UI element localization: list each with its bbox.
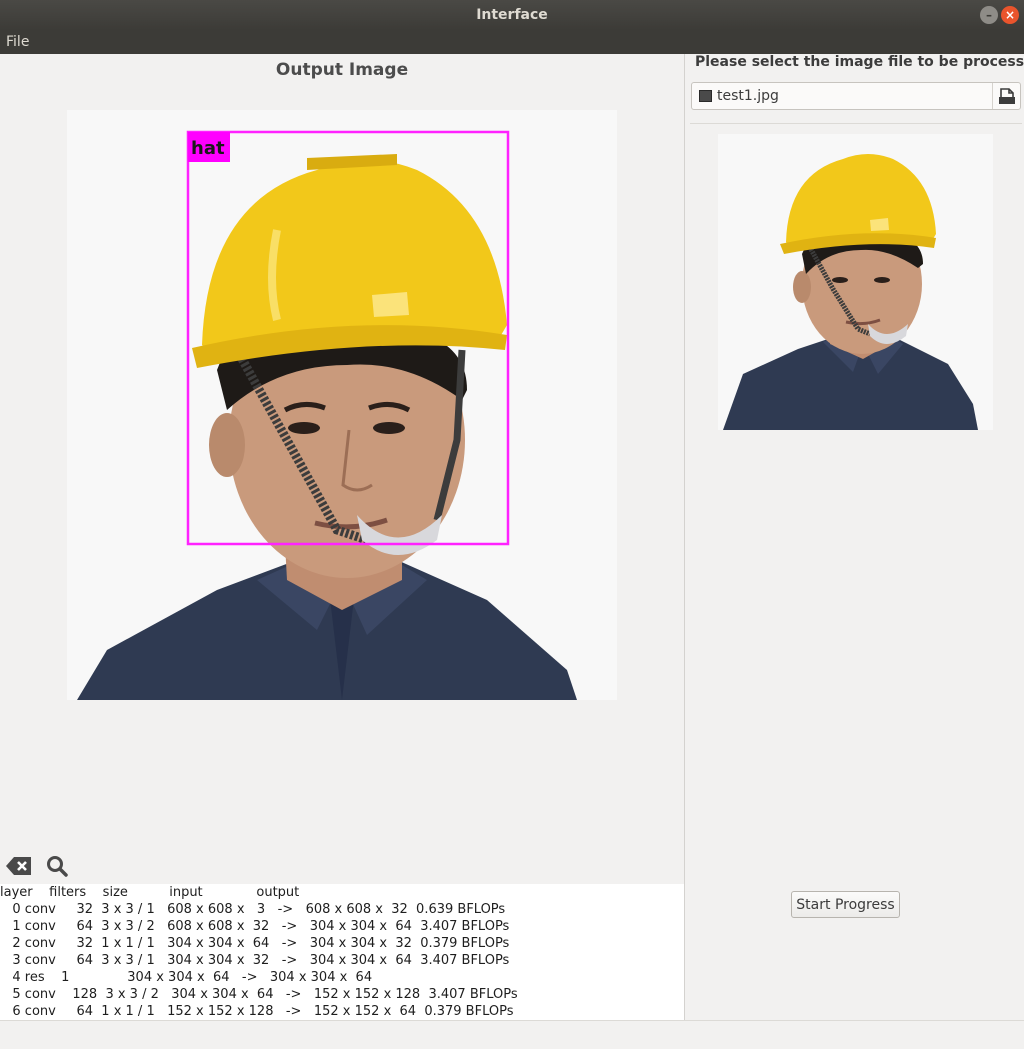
minimize-icon[interactable]: – xyxy=(980,6,998,24)
log-line: 4 res 1 304 x 304 x 64 -> 304 x 304 x 64 xyxy=(0,970,373,985)
output-title: Output Image xyxy=(275,60,409,80)
log-line: 2 conv 32 1 x 1 / 1 304 x 304 x 64 -> 30… xyxy=(0,936,510,951)
open-file-button[interactable] xyxy=(992,83,1020,109)
clear-backspace-icon[interactable] xyxy=(6,856,32,876)
image-file-icon xyxy=(699,90,712,102)
select-file-prompt: Please select the image file to be proce… xyxy=(695,54,1024,70)
open-file-icon xyxy=(999,88,1015,104)
log-line: 0 conv 32 3 x 3 / 1 608 x 608 x 3 -> 608… xyxy=(0,902,506,917)
search-icon[interactable] xyxy=(46,855,68,877)
input-preview-picture xyxy=(718,134,993,430)
log-output[interactable]: layer filters size input output 0 conv 3… xyxy=(0,884,684,1020)
preview-image xyxy=(718,134,993,430)
log-toolbar xyxy=(0,848,684,884)
window-titlebar: Interface – × xyxy=(0,0,1024,30)
log-line: 6 conv 64 1 x 1 / 1 152 x 152 x 128 -> 1… xyxy=(0,1004,514,1019)
log-line: 3 conv 64 3 x 3 / 1 304 x 304 x 32 -> 30… xyxy=(0,953,510,968)
file-name: test1.jpg xyxy=(717,88,779,104)
window-title: Interface xyxy=(476,7,548,23)
menu-file[interactable]: File xyxy=(6,34,29,50)
detection-result-picture: hat xyxy=(67,110,617,700)
sidebar-separator xyxy=(690,123,1022,124)
menubar: File xyxy=(0,30,1024,54)
panel-divider[interactable] xyxy=(684,54,685,1020)
log-line: 5 conv 128 3 x 3 / 2 304 x 304 x 64 -> 1… xyxy=(0,987,518,1002)
start-progress-button[interactable]: Start Progress xyxy=(791,891,900,918)
close-icon[interactable]: × xyxy=(1001,6,1019,24)
detection-label: hat xyxy=(191,138,225,159)
log-line: layer filters size input output xyxy=(0,885,300,900)
log-line: 1 conv 64 3 x 3 / 2 608 x 608 x 32 -> 30… xyxy=(0,919,510,934)
output-image: hat xyxy=(67,110,617,700)
status-bar xyxy=(0,1020,1024,1049)
file-chooser-button[interactable]: test1.jpg xyxy=(691,82,1021,110)
